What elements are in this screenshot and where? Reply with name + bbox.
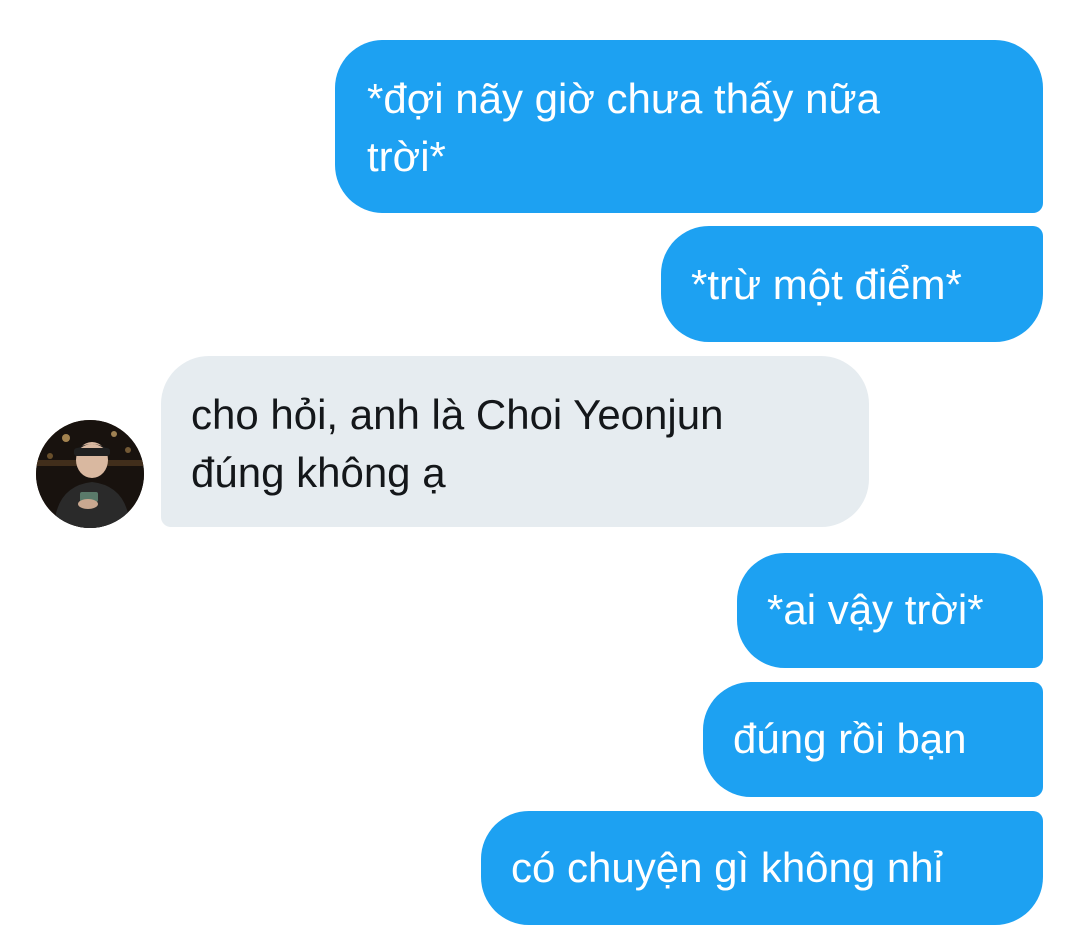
avatar[interactable] xyxy=(36,420,144,528)
message-bubble-outgoing[interactable]: *đợi nãy giờ chưa thấy nữa trời* xyxy=(335,40,1043,213)
profile-photo-icon xyxy=(36,420,144,528)
message-bubble-outgoing[interactable]: *ai vậy trời* xyxy=(737,553,1043,668)
message-bubble-incoming[interactable]: cho hỏi, anh là Choi Yeonjun đúng không … xyxy=(161,356,869,527)
message-bubble-outgoing[interactable]: đúng rồi bạn xyxy=(703,682,1043,797)
message-bubble-outgoing[interactable]: *trừ một điểm* xyxy=(661,226,1043,342)
message-bubble-outgoing[interactable]: có chuyện gì không nhỉ xyxy=(481,811,1043,925)
